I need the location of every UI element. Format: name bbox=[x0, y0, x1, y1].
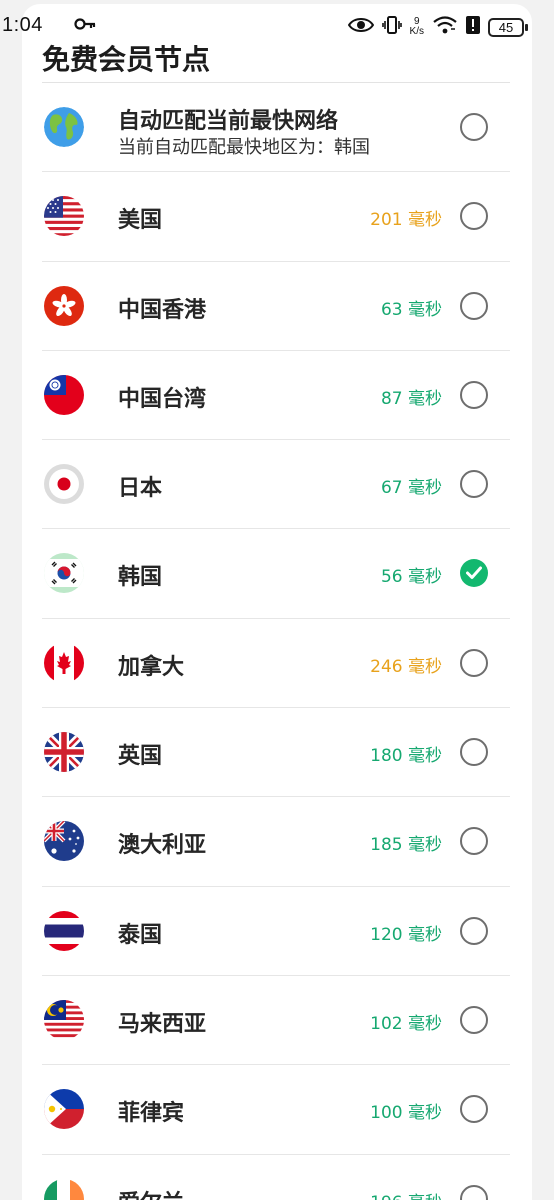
latency-label: 120 毫秒 bbox=[370, 924, 442, 945]
my-flag-icon bbox=[44, 999, 84, 1040]
network-speed: 9 K/s bbox=[410, 17, 424, 37]
globe-icon bbox=[44, 107, 84, 147]
latency-label: 246 毫秒 bbox=[370, 656, 442, 677]
battery-icon: 45 bbox=[488, 17, 528, 37]
node-name: 马来西亚 bbox=[118, 1011, 207, 1037]
node-name: 美国 bbox=[118, 208, 163, 234]
radio-button[interactable] bbox=[460, 1184, 488, 1200]
node-row-auto[interactable]: 自动匹配当前最快网络 当前自动匹配最快地区为：韩国 bbox=[42, 83, 510, 173]
kr-flag-icon bbox=[44, 553, 84, 594]
node-name: 中国香港 bbox=[118, 297, 207, 323]
battery-level: 45 bbox=[498, 19, 514, 35]
tw-flag-icon bbox=[44, 374, 84, 415]
radio-button[interactable] bbox=[460, 202, 488, 231]
checkmark-icon bbox=[466, 566, 482, 580]
node-row-hk[interactable]: 中国香港 63 毫秒 bbox=[42, 262, 510, 351]
radio-button[interactable] bbox=[460, 738, 488, 767]
node-name: 澳大利亚 bbox=[118, 833, 207, 859]
ca-flag-icon bbox=[44, 642, 84, 683]
node-row-jp[interactable]: 日本 67 毫秒 bbox=[42, 440, 510, 530]
au-flag-icon bbox=[44, 821, 84, 862]
node-row-ie[interactable]: 爱尔兰 196 毫秒 bbox=[42, 1155, 510, 1200]
node-row-ph[interactable]: 菲律宾 100 毫秒 bbox=[42, 1065, 510, 1155]
latency-label: 180 毫秒 bbox=[370, 746, 442, 767]
gb-flag-icon bbox=[44, 732, 84, 773]
node-row-my[interactable]: 马来西亚 102 毫秒 bbox=[42, 976, 510, 1066]
node-card: 免费会员节点 自动匹配当前最快网络 当前自动匹配最快地区为：韩国 美国 201 … bbox=[22, 4, 532, 1200]
radio-button-checked[interactable] bbox=[460, 559, 488, 588]
node-name: 泰国 bbox=[118, 922, 163, 948]
latency-label: 63 毫秒 bbox=[380, 299, 442, 320]
radio-button[interactable] bbox=[460, 916, 488, 945]
radio-button[interactable] bbox=[460, 470, 488, 499]
status-bar: 1:04 9 K/s 45 bbox=[0, 0, 554, 56]
latency-label: 201 毫秒 bbox=[370, 210, 442, 231]
latency-label: 100 毫秒 bbox=[370, 1103, 442, 1124]
ph-flag-icon bbox=[44, 1089, 84, 1130]
node-name: 英国 bbox=[118, 744, 163, 770]
latency-label: 196 毫秒 bbox=[370, 1188, 442, 1200]
vibrate-icon bbox=[381, 15, 402, 39]
latency-label: 67 毫秒 bbox=[380, 478, 442, 499]
radio-button[interactable] bbox=[460, 827, 488, 856]
latency-label: 56 毫秒 bbox=[380, 567, 442, 588]
radio-button[interactable] bbox=[460, 1095, 488, 1124]
latency-label: 87 毫秒 bbox=[380, 388, 442, 409]
th-flag-icon bbox=[44, 910, 84, 951]
wifi-icon bbox=[432, 15, 458, 39]
node-row-kr[interactable]: 韩国 56 毫秒 bbox=[42, 529, 510, 619]
radio-button[interactable] bbox=[460, 113, 488, 141]
node-name: 自动匹配当前最快网络 bbox=[118, 109, 339, 134]
node-name: 韩国 bbox=[118, 565, 163, 591]
node-row-us[interactable]: 美国 201 毫秒 bbox=[42, 172, 510, 262]
node-subtitle: 当前自动匹配最快地区为：韩国 bbox=[118, 137, 370, 158]
key-icon bbox=[74, 16, 96, 36]
jp-flag-icon bbox=[44, 464, 84, 505]
node-row-th[interactable]: 泰国 120 毫秒 bbox=[42, 887, 510, 976]
node-name: 日本 bbox=[118, 476, 163, 502]
node-row-tw[interactable]: 中国台湾 87 毫秒 bbox=[42, 351, 510, 441]
hk-flag-icon bbox=[44, 285, 84, 326]
eye-icon bbox=[347, 16, 374, 38]
node-row-gb[interactable]: 英国 180 毫秒 bbox=[42, 708, 510, 798]
latency-label: 102 毫秒 bbox=[370, 1013, 442, 1034]
node-name: 中国台湾 bbox=[118, 386, 207, 412]
radio-button[interactable] bbox=[460, 648, 488, 677]
radio-button[interactable] bbox=[460, 1005, 488, 1034]
status-icons: 9 K/s 45 bbox=[347, 14, 528, 40]
node-name: 爱尔兰 bbox=[118, 1185, 184, 1200]
radio-button[interactable] bbox=[460, 291, 488, 320]
status-time: 1:04 bbox=[2, 14, 43, 36]
network-speed-unit: K/s bbox=[409, 26, 424, 37]
us-flag-icon bbox=[44, 196, 84, 237]
ie-flag-icon bbox=[44, 1178, 84, 1200]
node-name: 菲律宾 bbox=[118, 1101, 185, 1127]
node-list: 自动匹配当前最快网络 当前自动匹配最快地区为：韩国 美国 201 毫秒 中国香港… bbox=[22, 83, 532, 1200]
alert-icon bbox=[466, 15, 480, 39]
node-row-ca[interactable]: 加拿大 246 毫秒 bbox=[42, 619, 510, 709]
latency-label: 185 毫秒 bbox=[370, 835, 442, 856]
node-row-au[interactable]: 澳大利亚 185 毫秒 bbox=[42, 797, 510, 887]
radio-button[interactable] bbox=[460, 380, 488, 409]
node-name: 加拿大 bbox=[118, 654, 185, 680]
